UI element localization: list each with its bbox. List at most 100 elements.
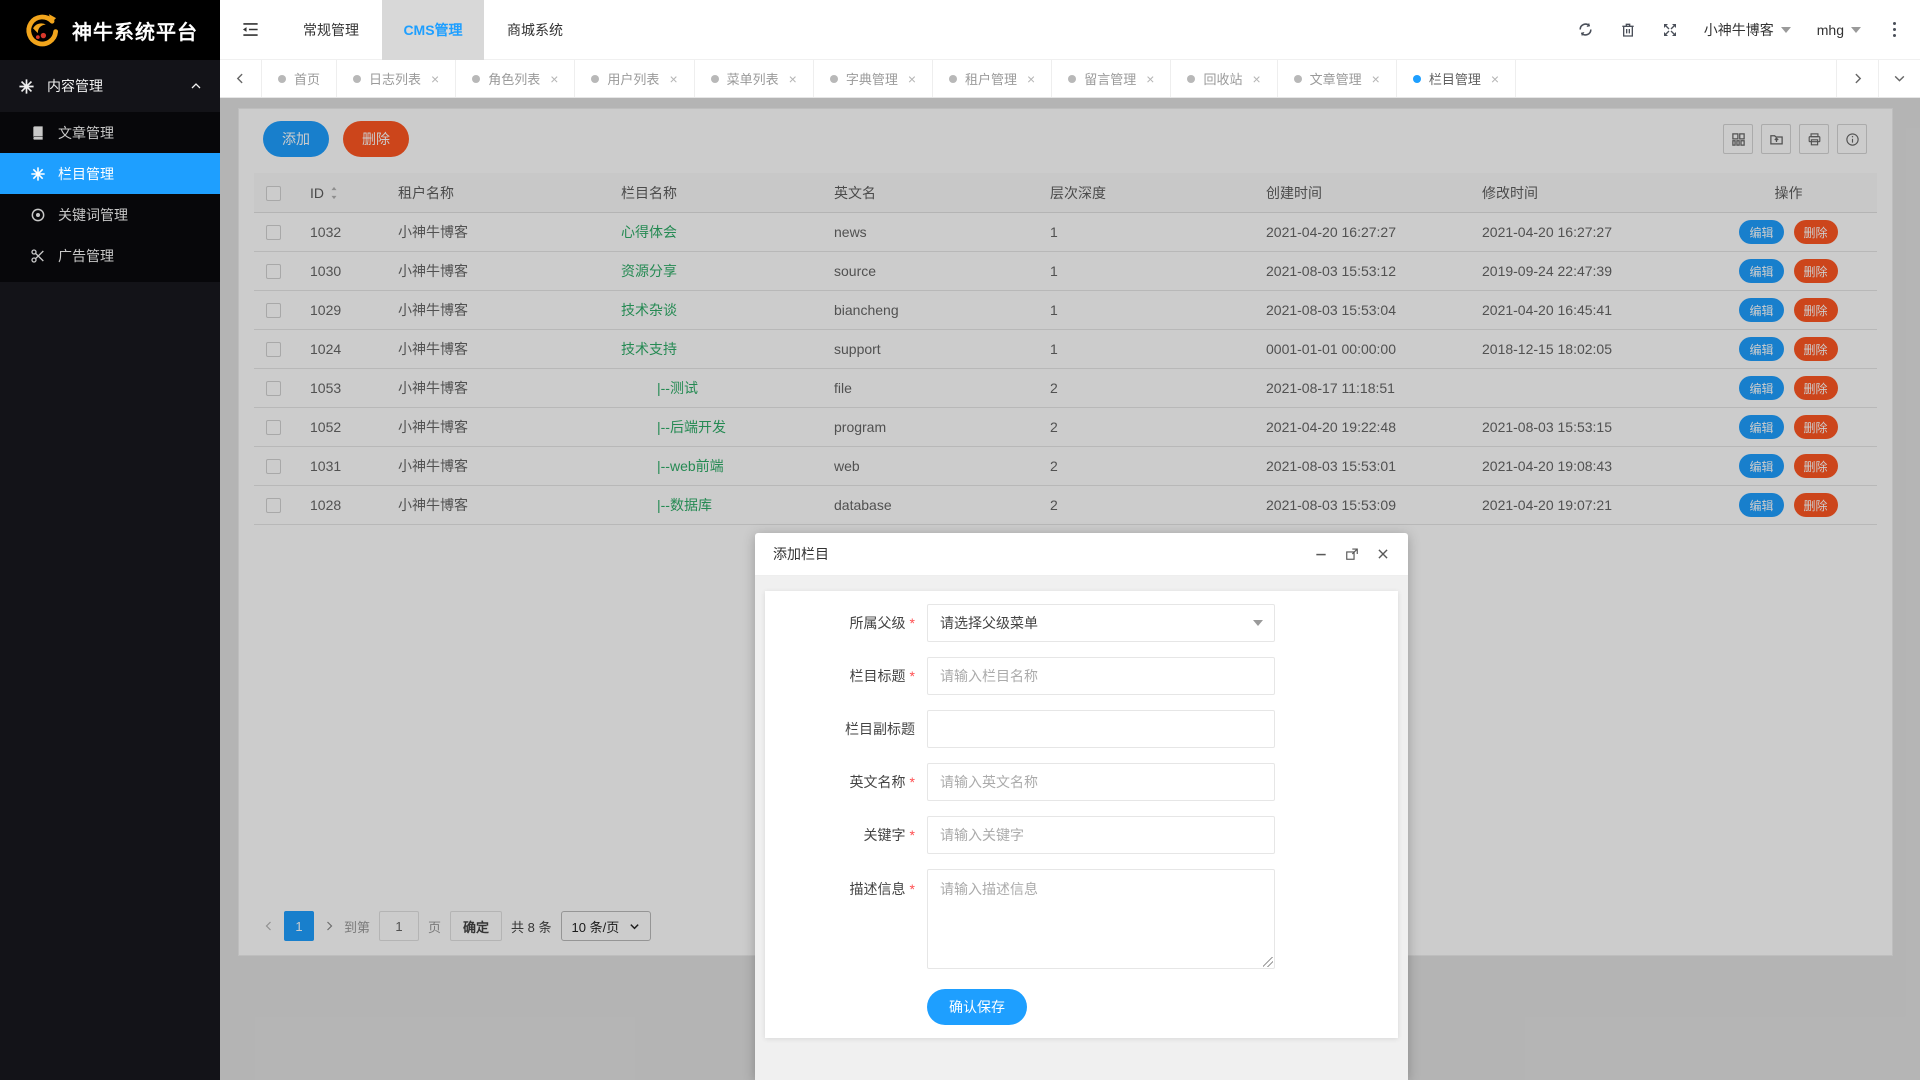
tabs-scroll-left-icon[interactable]: [220, 60, 262, 97]
field-input-2[interactable]: [927, 710, 1275, 748]
collapse-menu-icon[interactable]: [220, 0, 280, 60]
tab-0[interactable]: 首页: [262, 60, 337, 97]
field-label-text: 英文名称: [850, 774, 906, 790]
modal-body: 所属父级*请选择父级菜单栏目标题*栏目副标题英文名称*关键字*描述信息*确认保存: [755, 576, 1408, 1080]
tab-2[interactable]: 角色列表×: [456, 60, 575, 97]
tab-label: 租户管理: [965, 69, 1017, 88]
tab-close-icon[interactable]: ×: [1491, 72, 1499, 86]
field-input-3[interactable]: [927, 763, 1275, 801]
tab-label: 栏目管理: [1429, 69, 1481, 88]
field-label: 栏目副标题: [765, 719, 915, 739]
tab-close-icon[interactable]: ×: [1027, 72, 1035, 86]
field-label-text: 栏目标题: [850, 668, 906, 684]
field-label: 英文名称*: [765, 772, 915, 792]
select-placeholder: 请选择父级菜单: [940, 613, 1038, 633]
form-row-2: 栏目副标题: [765, 710, 1398, 748]
field-label-text: 所属父级: [850, 615, 906, 631]
tab-dot-icon: [949, 75, 957, 83]
description-textarea[interactable]: [927, 869, 1275, 969]
required-asterisk: *: [910, 827, 915, 843]
field-label: 关键字*: [765, 825, 915, 845]
sidebar: 神牛系统平台 内容管理 文章管理栏目管理关键词管理广告管理: [0, 0, 220, 1080]
tab-3[interactable]: 用户列表×: [575, 60, 694, 97]
fullscreen-icon[interactable]: [1662, 22, 1678, 38]
tab-dot-icon: [472, 75, 480, 83]
tab-10[interactable]: 栏目管理 ×: [1397, 60, 1516, 97]
field-label-text: 栏目副标题: [845, 721, 915, 737]
tab-1[interactable]: 日志列表 ×: [337, 60, 456, 97]
confirm-save-button[interactable]: 确认保存: [927, 989, 1027, 1025]
sidebar-item-1[interactable]: 栏目管理: [0, 153, 220, 194]
tenant-dropdown[interactable]: 小神牛博客: [1704, 20, 1791, 40]
tabs-menu-icon[interactable]: [1878, 60, 1920, 97]
user-dropdown[interactable]: mhg: [1817, 22, 1861, 38]
tab-close-icon[interactable]: ×: [431, 72, 439, 86]
sidebar-item-2[interactable]: 关键词管理: [0, 194, 220, 235]
caret-down-icon: [1253, 620, 1263, 626]
tab-5[interactable]: 字典管理 ×: [814, 60, 933, 97]
tab-label: 菜单列表: [727, 69, 779, 88]
field-label-text: 描述信息: [850, 881, 906, 897]
tab-dot-icon: [1294, 75, 1302, 83]
tab-label: 回收站: [1203, 69, 1242, 88]
field-control: [927, 657, 1275, 695]
form-row-5: 描述信息*: [765, 869, 1398, 972]
required-asterisk: *: [910, 881, 915, 897]
brand-bird-icon: [22, 11, 60, 49]
form-row-3: 英文名称*: [765, 763, 1398, 801]
tab-close-icon[interactable]: ×: [1252, 72, 1260, 86]
header-right: 小神牛博客 mhg: [1577, 18, 1920, 41]
sidebar-item-3[interactable]: 广告管理: [0, 235, 220, 276]
sidebar-item-0[interactable]: 文章管理: [0, 112, 220, 153]
tab-dot-icon: [1068, 75, 1076, 83]
tab-label: 首页: [294, 69, 320, 88]
snowflake-icon: [18, 78, 35, 95]
tab-close-icon[interactable]: ×: [1372, 72, 1380, 86]
tab-4[interactable]: 菜单列表 ×: [695, 60, 814, 97]
field-input-4[interactable]: [927, 816, 1275, 854]
tab-close-icon[interactable]: ×: [789, 72, 797, 86]
tab-close-icon[interactable]: ×: [908, 72, 916, 86]
sidebar-group-content-mgmt[interactable]: 内容管理: [0, 60, 220, 112]
nav-item-1[interactable]: CMS管理: [382, 0, 484, 60]
tab-strip: 首页日志列表×角色列表×用户列表×菜单列表×字典管理×租户管理×留言管理×回收站…: [220, 60, 1920, 98]
trash-icon[interactable]: [1620, 22, 1636, 38]
tabs-scroll-right-icon[interactable]: [1836, 60, 1878, 97]
field-label: 栏目标题*: [765, 666, 915, 686]
user-name: mhg: [1817, 22, 1844, 38]
tab-label: 日志列表: [369, 69, 421, 88]
scissors-icon: [30, 248, 46, 264]
tab-9[interactable]: 文章管理×: [1278, 60, 1397, 97]
field-label: 描述信息*: [765, 869, 915, 899]
field-label: 所属父级*: [765, 613, 915, 633]
more-vertical-icon[interactable]: [1887, 18, 1902, 41]
minimize-icon[interactable]: [1314, 547, 1328, 561]
app-root: 神牛系统平台 内容管理 文章管理栏目管理关键词管理广告管理 常规管理CMS管理商…: [0, 0, 1920, 1080]
tab-dot-icon: [591, 75, 599, 83]
sidebar-submenu: 文章管理栏目管理关键词管理广告管理: [0, 112, 220, 282]
close-icon[interactable]: [1376, 547, 1390, 561]
tab-8[interactable]: 回收站 ×: [1171, 60, 1277, 97]
tab-close-icon[interactable]: ×: [669, 72, 677, 86]
parent-category-select[interactable]: 请选择父级菜单: [927, 604, 1275, 642]
tab-7[interactable]: 留言管理×: [1052, 60, 1171, 97]
book-icon: [30, 125, 46, 141]
tab-dot-icon: [1187, 75, 1195, 83]
field-input-1[interactable]: [927, 657, 1275, 695]
refresh-icon[interactable]: [1577, 21, 1594, 38]
required-asterisk: *: [910, 774, 915, 790]
tab-6[interactable]: 租户管理 ×: [933, 60, 1052, 97]
tab-dot-icon: [830, 75, 838, 83]
tab-close-icon[interactable]: ×: [1146, 72, 1154, 86]
maximize-icon[interactable]: [1345, 547, 1359, 561]
form-row-1: 栏目标题*: [765, 657, 1398, 695]
tab-close-icon[interactable]: ×: [550, 72, 558, 86]
sidebar-group-label: 内容管理: [47, 76, 190, 96]
tab-dot-icon: [711, 75, 719, 83]
top-header: 常规管理CMS管理商城系统 小神牛博客 mhg: [220, 0, 1920, 60]
nav-item-2[interactable]: 商城系统: [484, 0, 586, 60]
required-asterisk: *: [910, 668, 915, 684]
nav-item-0[interactable]: 常规管理: [280, 0, 382, 60]
tab-label: 字典管理: [846, 69, 898, 88]
field-control: [927, 763, 1275, 801]
